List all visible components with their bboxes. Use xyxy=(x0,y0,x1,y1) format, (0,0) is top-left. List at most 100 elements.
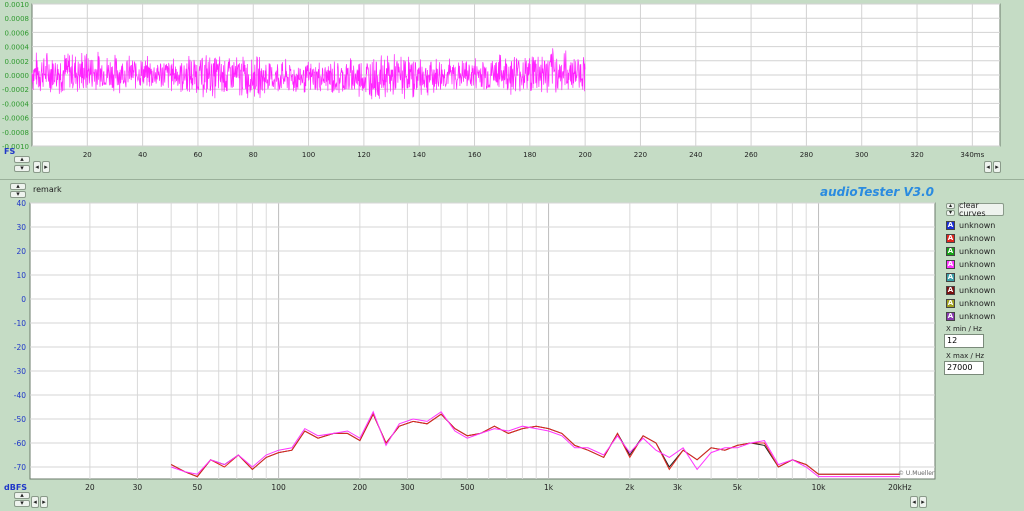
curve-toggle-button[interactable]: A xyxy=(946,298,955,308)
freq-scale-down-button[interactable]: ▾ xyxy=(14,500,30,507)
freq-zoom-right-button[interactable]: ▸ xyxy=(919,496,927,508)
x-tick-label: 200 xyxy=(353,483,368,492)
curve-row[interactable]: Aunknown xyxy=(946,310,1006,322)
y-tick-label: -60 xyxy=(14,439,26,448)
curve-toggle-button[interactable]: A xyxy=(946,246,955,256)
y-tick-label: -0.0006 xyxy=(2,115,30,123)
xmax-label: X max / Hz xyxy=(946,352,985,360)
x-tick-label: 30 xyxy=(133,483,143,492)
x-tick-label: 240 xyxy=(689,151,702,159)
freq-scroll-left-button[interactable]: ◂ xyxy=(31,496,39,508)
x-tick-label: 300 xyxy=(855,151,868,159)
x-tick-label: 5k xyxy=(733,483,743,492)
curve-label: unknown xyxy=(959,246,996,256)
x-tick-label: 120 xyxy=(357,151,370,159)
time-scale-down-button[interactable]: ▾ xyxy=(14,165,30,172)
x-tick-label: 140 xyxy=(413,151,426,159)
y-tick-label: 0.0008 xyxy=(5,15,30,23)
x-tick-label: 1k xyxy=(544,483,554,492)
curve-row[interactable]: Aunknown xyxy=(946,297,1006,309)
curve-row[interactable]: Aunknown xyxy=(946,219,1006,231)
curve-label: unknown xyxy=(959,298,996,308)
y-tick-label: -20 xyxy=(14,343,26,352)
curve-label: unknown xyxy=(959,272,996,282)
remark-up-button[interactable]: ▴ xyxy=(10,183,26,190)
x-tick-label: 200 xyxy=(578,151,591,159)
clear-curves-button[interactable]: clear curves xyxy=(958,201,1004,217)
x-tick-label: 160 xyxy=(468,151,481,159)
y-tick-label: 10 xyxy=(16,271,26,280)
y-tick-label: 0.0000 xyxy=(5,72,30,80)
x-tick-label: 20 xyxy=(85,483,95,492)
freq-scroll-right-button[interactable]: ▸ xyxy=(40,496,48,508)
curve-row[interactable]: Aunknown xyxy=(946,245,1006,257)
y-tick-label: 0.0010 xyxy=(5,1,30,9)
curves-down-button[interactable]: ▾ xyxy=(946,210,955,216)
y-tick-label: 0.0004 xyxy=(5,44,30,52)
x-tick-label: 20 xyxy=(83,151,92,159)
watermark: © U.Mueller xyxy=(898,470,935,477)
xmin-input[interactable]: 12 xyxy=(944,334,984,348)
freq-graph-y-ticks: 40 30 20 10 0 -10 -20 -30 -40 -50 -60 -70 xyxy=(14,199,26,472)
y-tick-label: -0.0008 xyxy=(2,129,29,137)
curve-toggle-button[interactable]: A xyxy=(946,272,955,282)
y-tick-label: -10 xyxy=(14,319,26,328)
x-tick-label: 40 xyxy=(138,151,147,159)
time-scroll-right-button[interactable]: ▸ xyxy=(42,161,50,173)
curve-toggle-button[interactable]: A xyxy=(946,233,955,243)
x-tick-label: 280 xyxy=(800,151,813,159)
curve-toggle-button[interactable]: A xyxy=(946,259,955,269)
y-tick-label: -30 xyxy=(14,367,26,376)
x-tick-label: 3k xyxy=(673,483,683,492)
freq-graph-x-ticks: 20 30 50 100 200 300 500 1k 2k 3k 5k 10k 20kHz xyxy=(85,483,911,492)
time-graph-y-ticks: 0.0010 0.0008 0.0006 0.0004 0.0002 0.0000 -0.0… xyxy=(2,1,30,151)
freq-graph-svg: 403020100-10-20-30-40-50-60-70 20 30 50 100… xyxy=(14,199,936,492)
x-tick-label: 60 xyxy=(193,151,202,159)
curve-label: unknown xyxy=(959,233,996,243)
x-tick-label: 300 xyxy=(400,483,415,492)
curve-row[interactable]: Aunknown xyxy=(946,258,1006,270)
freq-scale-up-button[interactable]: ▴ xyxy=(14,492,30,499)
x-tick-label: 80 xyxy=(249,151,258,159)
y-tick-label: 0.0006 xyxy=(5,29,30,37)
y-tick-label: -70 xyxy=(14,463,26,472)
x-tick-label: 50 xyxy=(193,483,203,492)
x-tick-label: 100 xyxy=(271,483,286,492)
y-tick-label: 40 xyxy=(16,199,26,208)
x-tick-label: 320 xyxy=(910,151,923,159)
y-tick-label: -0.0004 xyxy=(2,100,30,108)
y-tick-label: 0.0002 xyxy=(5,58,30,66)
x-tick-label: 220 xyxy=(634,151,647,159)
time-scroll-left-button[interactable]: ◂ xyxy=(33,161,41,173)
freq-zoom-left-button[interactable]: ◂ xyxy=(910,496,918,508)
x-tick-label: 500 xyxy=(460,483,475,492)
curve-label: unknown xyxy=(959,259,996,269)
y-tick-label: -50 xyxy=(14,415,26,424)
y-tick-label: -0.0002 xyxy=(2,86,29,94)
curve-label: unknown xyxy=(959,285,996,295)
panel-divider xyxy=(0,179,1024,180)
x-tick-label: 340ms xyxy=(960,151,984,159)
y-tick-label: 30 xyxy=(16,223,26,232)
time-zoom-left-button[interactable]: ◂ xyxy=(984,161,992,173)
curve-toggle-button[interactable]: A xyxy=(946,285,955,295)
curve-row[interactable]: Aunknown xyxy=(946,232,1006,244)
y-tick-label: 0 xyxy=(21,295,26,304)
x-tick-label: 10k xyxy=(812,483,827,492)
curve-toggle-button[interactable]: A xyxy=(946,220,955,230)
time-y-unit-label: FS xyxy=(4,147,16,156)
time-graph-x-ticks: 20 40 60 80 100 120 140 160 180 200 220 240 260 280 30… xyxy=(83,151,985,159)
x-tick-label: 2k xyxy=(625,483,635,492)
time-zoom-right-button[interactable]: ▸ xyxy=(993,161,1001,173)
curve-row[interactable]: Aunknown xyxy=(946,284,1006,296)
time-scale-up-button[interactable]: ▴ xyxy=(14,156,30,163)
xmin-label: X min / Hz xyxy=(946,325,982,333)
time-graph-svg: 0.0010 0.0008 0.0006 0.0004 0.0002 0.0000 -0.0… xyxy=(2,1,1001,159)
xmax-input[interactable]: 27000 xyxy=(944,361,984,375)
y-tick-label: -40 xyxy=(14,391,26,400)
remark-label[interactable]: remark xyxy=(33,185,62,194)
x-tick-label: 20kHz xyxy=(888,483,912,492)
x-tick-label: 260 xyxy=(744,151,757,159)
curve-toggle-button[interactable]: A xyxy=(946,311,955,321)
curve-row[interactable]: Aunknown xyxy=(946,271,1006,283)
